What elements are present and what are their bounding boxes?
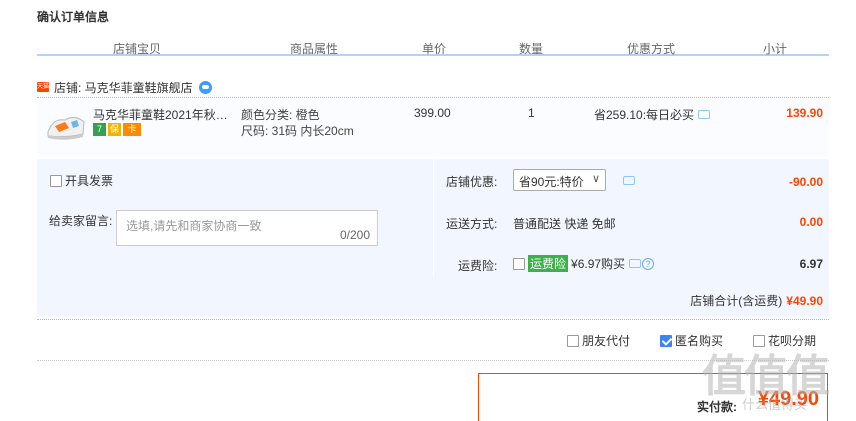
- attr-color: 颜色分类: 橙色: [241, 108, 320, 122]
- insurance-tag: 运费险: [528, 255, 569, 272]
- attr-size: 尺码: 31码 内长20cm: [241, 124, 354, 138]
- discount-label: 店铺优惠:: [446, 175, 498, 189]
- product-thumbnail[interactable]: [45, 108, 87, 144]
- memo-label: 给卖家留言:: [49, 214, 113, 228]
- column-header: 店铺宝贝 商品属性 单价 数量 优惠方式 小计: [37, 36, 829, 56]
- col-discount: 优惠方式: [626, 42, 676, 56]
- tmall-icon: 天猫: [37, 82, 50, 92]
- divider: [37, 319, 829, 320]
- invoice-option[interactable]: 开具发票: [50, 172, 113, 189]
- page-title: 确认订单信息: [37, 10, 110, 24]
- col-price: 单价: [421, 42, 447, 56]
- shipping-label: 运送方式:: [446, 217, 498, 231]
- memo-placeholder: 选填,请先和商家协商一致: [126, 219, 262, 233]
- unit-price: 399.00: [414, 106, 451, 120]
- message-icon[interactable]: [698, 110, 711, 119]
- discount-select[interactable]: 省90元:特价 ∨: [513, 169, 606, 191]
- friend-pay-label: 朋友代付: [582, 334, 631, 348]
- promo-info: 省259.10:每日必买: [594, 106, 711, 123]
- col-attributes: 商品属性: [289, 42, 339, 56]
- invoice-checkbox[interactable]: [50, 174, 62, 187]
- discount-amount: -90.00: [788, 175, 823, 189]
- discount-selected: 省90元:特价: [519, 175, 584, 189]
- shipping-amount: 0.00: [799, 215, 823, 229]
- left-options: 开具发票 给卖家留言: 选填,请先和商家协商一致 0/200: [37, 159, 431, 277]
- col-subtotal: 小计: [762, 42, 788, 56]
- insurance-option[interactable]: 运费险 ¥6.97购买 ?: [513, 255, 655, 272]
- insurance-price: ¥6.97购买: [571, 257, 626, 271]
- item-row: 马克华菲童鞋2021年秋季... 7 保 卡 颜色分类: 橙色 尺码: 31码 …: [37, 98, 829, 156]
- shop-total: 店铺合计(含运费) ¥49.90: [690, 292, 823, 309]
- message-icon[interactable]: [623, 176, 635, 185]
- item-subtotal: 139.90: [786, 106, 823, 120]
- promo-text: 省259.10:每日必买: [594, 108, 695, 122]
- watermark-text: 什么值得买: [742, 397, 808, 412]
- shop-row: 天猫 店铺: 马克华菲童鞋旗舰店: [37, 78, 212, 96]
- shop-total-label: 店铺合计(含运费): [690, 294, 783, 308]
- product-badges: 7 保 卡: [93, 123, 141, 136]
- shop-total-amount: ¥49.90: [786, 294, 823, 308]
- quantity: 1: [528, 106, 535, 120]
- shipping-value: 普通配送 快递 免邮: [513, 217, 616, 231]
- chevron-down-icon: ∨: [591, 173, 600, 185]
- order-options-panel: 开具发票 给卖家留言: 选填,请先和商家协商一致 0/200 店铺优惠: 省90…: [37, 159, 829, 317]
- message-icon[interactable]: [629, 259, 642, 268]
- friend-pay-option[interactable]: 朋友代付: [567, 332, 630, 349]
- chat-icon[interactable]: [198, 80, 212, 94]
- shop-name[interactable]: 店铺: 马克华菲童鞋旗舰店: [54, 79, 193, 96]
- insurance-label: 运费险:: [458, 259, 498, 273]
- seven-day-return-icon[interactable]: 7: [93, 123, 106, 136]
- insurance-checkbox[interactable]: [513, 257, 525, 270]
- invoice-label: 开具发票: [65, 174, 114, 188]
- col-quantity: 数量: [518, 42, 544, 56]
- anonymous-checkbox[interactable]: [660, 334, 672, 347]
- memo-input[interactable]: 选填,请先和商家协商一致 0/200: [116, 210, 378, 246]
- right-options: 店铺优惠: 省90元:特价 ∨ -90.00 运送方式: 普通配送 快递 免邮 …: [433, 159, 829, 277]
- guarantee-icon[interactable]: 保: [108, 123, 121, 136]
- friend-pay-checkbox[interactable]: [567, 334, 579, 347]
- card-payment-icon[interactable]: 卡: [123, 123, 141, 136]
- help-icon[interactable]: ?: [642, 257, 655, 270]
- product-title[interactable]: 马克华菲童鞋2021年秋季...: [93, 106, 235, 123]
- col-shop-item: 店铺宝贝: [112, 42, 162, 56]
- memo-char-count: 0/200: [339, 228, 370, 242]
- insurance-amount: 6.97: [799, 257, 823, 271]
